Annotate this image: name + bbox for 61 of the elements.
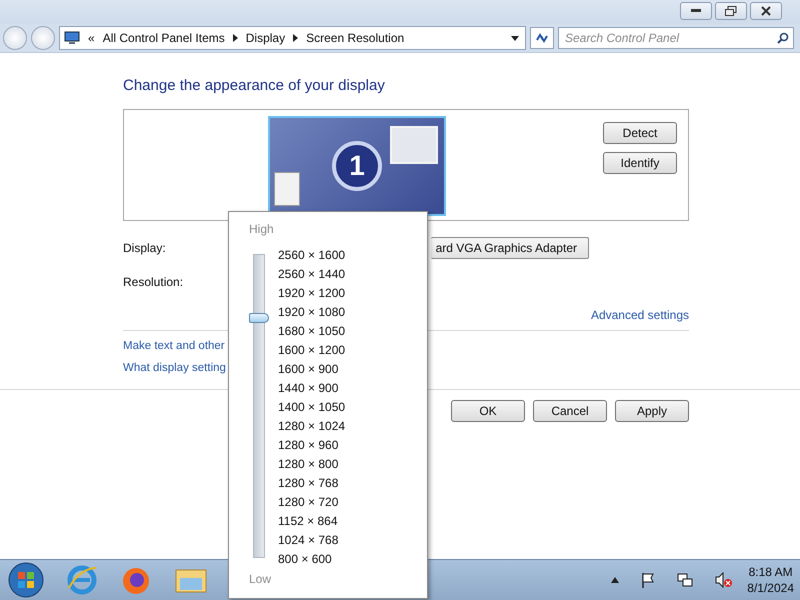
- resolution-option[interactable]: 1280 × 960: [278, 436, 346, 455]
- low-label: Low: [249, 572, 272, 588]
- resolution-option[interactable]: 1152 × 864: [278, 512, 346, 531]
- help-link[interactable]: What display setting: [123, 362, 226, 374]
- resolution-option[interactable]: 1280 × 1024: [278, 417, 346, 436]
- search-icon: [777, 32, 789, 44]
- breadcrumb-item[interactable]: Screen Resolution: [306, 31, 404, 45]
- window-thumbnail: [390, 126, 438, 164]
- address-bar[interactable]: « All Control Panel Items Display Screen Resolution: [59, 26, 526, 50]
- dialog-button[interactable]: Apply: [615, 400, 689, 422]
- resolution-option[interactable]: 1024 × 768: [278, 531, 346, 550]
- resolution-option[interactable]: 2560 × 1600: [278, 246, 346, 265]
- dialog-button[interactable]: OK: [451, 400, 525, 422]
- muted-speaker-icon[interactable]: [715, 572, 734, 588]
- resolution-option[interactable]: 1280 × 768: [278, 474, 346, 493]
- monitor-number: 1: [332, 141, 382, 191]
- breadcrumb-item[interactable]: Display: [246, 31, 286, 45]
- dialog-button[interactable]: Cancel: [533, 400, 607, 422]
- resolution-option[interactable]: 2560 × 1440: [278, 265, 346, 284]
- resolution-option[interactable]: 800 × 600: [278, 550, 346, 569]
- display-label: Display:: [123, 241, 166, 255]
- resolution-option[interactable]: 1920 × 1080: [278, 303, 346, 322]
- search-box[interactable]: Search Control Panel: [558, 27, 794, 49]
- flag-icon[interactable]: [641, 572, 656, 588]
- resolution-option[interactable]: 1400 × 1050: [278, 398, 346, 417]
- close-button[interactable]: [750, 2, 782, 20]
- resolution-option[interactable]: 1600 × 900: [278, 360, 346, 379]
- dropdown-icon[interactable]: [511, 36, 519, 40]
- monitor-thumbnail[interactable]: 1: [268, 116, 446, 216]
- start-orb-icon[interactable]: [8, 562, 44, 598]
- close-icon: [761, 6, 771, 16]
- taskbar-clock[interactable]: 8:18 AM 8/1/2024: [747, 564, 794, 596]
- arrow-icon: [232, 34, 238, 42]
- minimize-button[interactable]: [680, 2, 712, 20]
- page-heading: Change the appearance of your display: [123, 77, 386, 96]
- breadcrumb-chevron[interactable]: «: [88, 31, 95, 45]
- resolution-option[interactable]: 1280 × 800: [278, 455, 346, 474]
- resolution-option[interactable]: 1680 × 1050: [278, 322, 346, 341]
- high-label: High: [249, 222, 275, 238]
- monitor-icon: [64, 31, 80, 45]
- resolution-option[interactable]: 1440 × 900: [278, 379, 346, 398]
- network-icon[interactable]: [677, 572, 694, 588]
- resolution-option[interactable]: 1600 × 1200: [278, 341, 346, 360]
- restore-button[interactable]: [715, 2, 747, 20]
- resolution-option[interactable]: 1280 × 720: [278, 493, 346, 512]
- restore-icon: [725, 6, 737, 16]
- minimize-icon: [691, 9, 701, 13]
- arrow-icon: [293, 34, 298, 42]
- display-dropdown[interactable]: ard VGA Graphics Adapter: [431, 237, 589, 259]
- advanced-settings-link[interactable]: Advanced settings: [590, 308, 689, 322]
- resolution-option[interactable]: 1920 × 1200: [278, 284, 346, 303]
- help-link[interactable]: Make text and other: [123, 340, 225, 352]
- breadcrumb-item[interactable]: All Control Panel Items: [102, 31, 225, 45]
- refresh-button[interactable]: [530, 27, 554, 49]
- slider-thumb[interactable]: [249, 312, 269, 323]
- resolution-label: Resolution:: [123, 275, 184, 289]
- preview-button[interactable]: Identify: [603, 152, 677, 174]
- panel-thumbnail: [274, 172, 300, 206]
- resolution-slider[interactable]: [249, 254, 269, 558]
- up-arrow-icon[interactable]: [611, 577, 620, 583]
- preview-button[interactable]: Detect: [603, 122, 677, 144]
